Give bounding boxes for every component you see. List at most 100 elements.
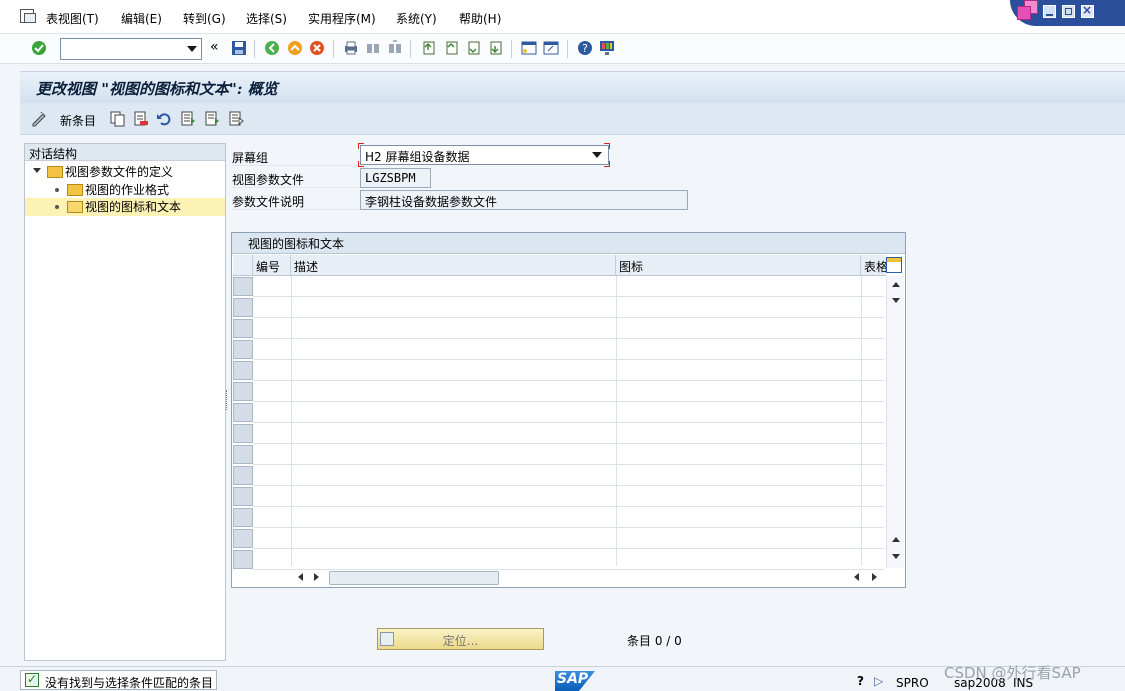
- menu-help[interactable]: 帮助(H): [459, 10, 501, 27]
- scroll-down-icon[interactable]: [892, 554, 900, 559]
- back-icon[interactable]: [264, 40, 280, 56]
- table-row[interactable]: [253, 444, 884, 465]
- menu-edit[interactable]: 编辑(E): [121, 10, 162, 27]
- dialog-structure-panel: 对话结构 视图参数文件的定义 视图的作业格式 视图的图标和文本: [24, 143, 226, 661]
- table-caption: 视图的图标和文本: [232, 233, 905, 254]
- scroll-down-icon[interactable]: [892, 298, 900, 303]
- print-icon[interactable]: [343, 40, 359, 56]
- table-row[interactable]: [253, 339, 884, 360]
- table-row[interactable]: [253, 549, 884, 570]
- select-all-icon[interactable]: [180, 111, 196, 127]
- row-selector[interactable]: [233, 487, 253, 506]
- panel-splitter[interactable]: [226, 390, 228, 410]
- column-header-description[interactable]: 描述: [291, 255, 616, 276]
- table-row[interactable]: [253, 402, 884, 423]
- menu-goto[interactable]: 转到(G): [183, 10, 226, 27]
- create-session-icon[interactable]: [521, 40, 537, 56]
- standard-toolbar: « ?: [0, 34, 1125, 64]
- table-row[interactable]: [253, 318, 884, 339]
- row-selector[interactable]: [233, 277, 253, 296]
- scroll-right-icon[interactable]: [314, 573, 319, 581]
- cancel-icon[interactable]: [309, 40, 325, 56]
- table-row[interactable]: [253, 528, 884, 549]
- previous-page-icon[interactable]: [443, 40, 459, 56]
- scroll-right-icon[interactable]: [872, 573, 877, 581]
- column-header-number[interactable]: 编号: [253, 255, 291, 276]
- minimize-icon[interactable]: [1043, 5, 1056, 18]
- double-chevron-left-icon[interactable]: «: [210, 39, 219, 55]
- next-page-icon[interactable]: [465, 40, 481, 56]
- exit-icon[interactable]: [287, 40, 303, 56]
- screen-group-dropdown[interactable]: H2 屏幕组设备数据: [360, 145, 609, 165]
- enter-icon[interactable]: [31, 40, 47, 56]
- close-icon[interactable]: ×: [1081, 3, 1094, 18]
- menu-system[interactable]: 系统(Y): [396, 10, 437, 27]
- column-header-table[interactable]: 表格: [861, 255, 886, 276]
- table-row[interactable]: [253, 381, 884, 402]
- select-block-icon[interactable]: [204, 111, 220, 127]
- scroll-up-icon[interactable]: [892, 537, 900, 542]
- table-row[interactable]: [253, 276, 884, 297]
- row-selector[interactable]: [233, 424, 253, 443]
- help-icon[interactable]: ?: [577, 40, 593, 56]
- select-all-column[interactable]: [233, 255, 253, 276]
- maximize-icon[interactable]: [1062, 5, 1075, 18]
- table-row[interactable]: [253, 360, 884, 381]
- row-selector[interactable]: [233, 382, 253, 401]
- find-next-icon[interactable]: [387, 40, 403, 56]
- chevron-down-icon[interactable]: [592, 152, 602, 158]
- row-selector[interactable]: [233, 340, 253, 359]
- success-check-icon: [25, 672, 39, 687]
- table-row[interactable]: [253, 507, 884, 528]
- table-row[interactable]: [253, 297, 884, 318]
- row-selector[interactable]: [233, 529, 253, 548]
- horizontal-scroll-thumb[interactable]: [329, 571, 499, 585]
- scroll-up-icon[interactable]: [892, 282, 900, 287]
- expand-triangle-icon[interactable]: [33, 168, 41, 173]
- status-transaction[interactable]: SPRO: [896, 676, 929, 690]
- deselect-all-icon[interactable]: [228, 111, 244, 127]
- display-change-icon[interactable]: [31, 111, 47, 127]
- system-menu-icon[interactable]: [20, 9, 36, 23]
- table-row[interactable]: [253, 465, 884, 486]
- vertical-scrollbar[interactable]: [886, 276, 904, 568]
- find-icon[interactable]: [365, 40, 381, 56]
- command-field[interactable]: [60, 38, 202, 60]
- table-settings-icon[interactable]: [886, 257, 902, 273]
- icons-text-table: 视图的图标和文本 编号 描述 图标 表格: [231, 232, 906, 588]
- undo-icon[interactable]: [156, 111, 172, 127]
- menu-select[interactable]: 选择(S): [246, 10, 287, 27]
- customize-layout-icon[interactable]: [599, 40, 615, 56]
- row-selector[interactable]: [233, 445, 253, 464]
- row-selector[interactable]: [233, 403, 253, 422]
- play-icon[interactable]: ▷: [874, 674, 883, 688]
- first-page-icon[interactable]: [420, 40, 436, 56]
- help-key-icon[interactable]: ?: [857, 674, 864, 688]
- tree-node-job-format[interactable]: 视图的作业格式: [29, 181, 169, 199]
- row-selector[interactable]: [233, 298, 253, 317]
- tree-node-icons-text[interactable]: 视图的图标和文本: [25, 198, 225, 216]
- scroll-left-icon[interactable]: [854, 573, 859, 581]
- save-icon[interactable]: [231, 40, 247, 56]
- shortcut-icon[interactable]: [543, 40, 559, 56]
- row-selector[interactable]: [233, 466, 253, 485]
- chevron-down-icon[interactable]: [187, 46, 197, 52]
- row-selector[interactable]: [233, 361, 253, 380]
- row-selector[interactable]: [233, 550, 253, 569]
- row-selector[interactable]: [233, 319, 253, 338]
- status-message-text: 没有找到与选择条件匹配的条目: [45, 676, 214, 690]
- menu-utilities[interactable]: 实用程序(M): [308, 10, 376, 27]
- last-page-icon[interactable]: [487, 40, 503, 56]
- scroll-left-icon[interactable]: [298, 573, 303, 581]
- column-header-icon[interactable]: 图标: [616, 255, 861, 276]
- tree-node-root[interactable]: 视图参数文件的定义: [29, 163, 173, 181]
- table-row[interactable]: [253, 423, 884, 444]
- row-selector[interactable]: [233, 508, 253, 527]
- delete-icon[interactable]: [133, 111, 149, 127]
- table-row[interactable]: [253, 486, 884, 507]
- menu-table-view[interactable]: 表视图(T): [46, 10, 99, 27]
- position-button[interactable]: 定位...: [377, 628, 544, 650]
- new-entries-button[interactable]: 新条目: [60, 112, 96, 129]
- status-message[interactable]: 没有找到与选择条件匹配的条目: [20, 670, 217, 690]
- copy-icon[interactable]: [110, 111, 126, 127]
